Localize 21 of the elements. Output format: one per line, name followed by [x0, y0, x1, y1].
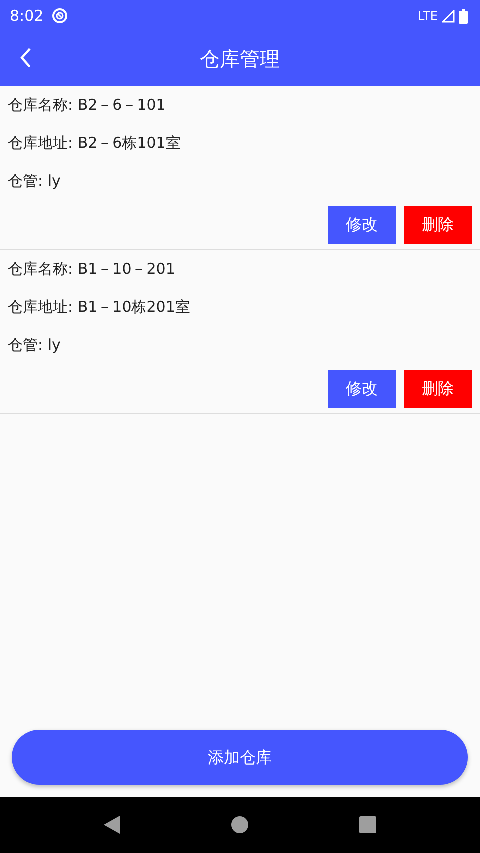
warehouse-keeper: 仓管: ly [8, 172, 61, 190]
add-warehouse-button[interactable]: 添加仓库 [12, 730, 468, 785]
page-title: 仓库管理 [200, 46, 280, 73]
back-icon[interactable] [20, 47, 32, 69]
warehouse-address: 仓库地址: B2－6栋101室 [8, 134, 181, 152]
warehouse-name: 仓库名称: B1－10－201 [8, 260, 176, 278]
network-type: LTE [418, 8, 438, 25]
recents-nav-icon[interactable] [359, 816, 377, 834]
delete-button[interactable]: 删除 [404, 206, 472, 244]
warehouse-keeper: 仓管: ly [8, 336, 61, 354]
home-nav-icon[interactable] [231, 816, 249, 834]
warehouse-name: 仓库名称: B2－6－101 [8, 96, 166, 114]
battery-icon [459, 8, 468, 24]
edit-button[interactable]: 修改 [328, 206, 396, 244]
edit-button[interactable]: 修改 [328, 370, 396, 408]
signal-icon [442, 10, 455, 22]
back-nav-icon[interactable] [103, 815, 121, 835]
notification-icon [52, 8, 68, 24]
status-time: 8:02 [10, 6, 44, 27]
delete-button[interactable]: 删除 [404, 370, 472, 408]
warehouse-address: 仓库地址: B1－10栋201室 [8, 298, 190, 316]
